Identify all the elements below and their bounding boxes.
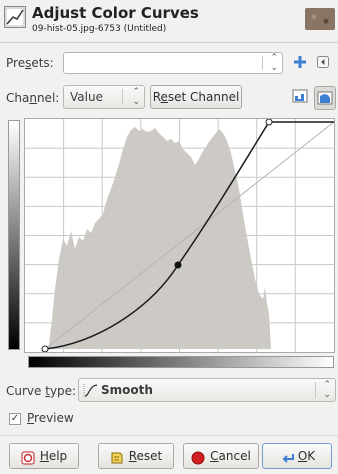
reset-channel-button[interactable]: Reset Channel (150, 85, 242, 109)
image-thumbnail (305, 8, 335, 30)
output-gradient-bar (8, 120, 20, 350)
channel-label: Channel: (6, 91, 60, 105)
dialog-subtitle: 09-hist-05.jpg-6753 (Untitled) (32, 24, 167, 34)
ok-button[interactable]: OK (262, 443, 332, 469)
spin-arrows-icon: ⌃ ⌄ (132, 87, 140, 107)
spin-arrows-icon: ⌃ ⌄ (323, 380, 331, 400)
ok-icon (279, 449, 294, 463)
log-histogram-icon[interactable] (314, 86, 336, 110)
preset-menu-icon[interactable] (317, 56, 329, 68)
curve-type-combo[interactable]: Smooth ⌃ ⌄ (78, 378, 336, 402)
channel-value: Value (70, 90, 103, 104)
curves-dialog-icon (4, 6, 26, 28)
control-point-white[interactable] (265, 118, 273, 126)
histogram (47, 127, 271, 349)
help-icon (21, 449, 35, 465)
input-gradient-bar (28, 356, 334, 368)
presets-label: Presets: (6, 56, 54, 70)
spin-arrows-icon: ⌃ ⌄ (270, 53, 278, 73)
preview-label[interactable]: Preview (27, 411, 74, 425)
curve-type-label: Curve type: (6, 384, 77, 398)
curve-graph[interactable] (24, 118, 335, 353)
curve-type-value: Smooth (101, 383, 153, 397)
buttons-separator (0, 435, 338, 436)
curve-canvas[interactable] (25, 118, 335, 353)
preview-checkbox[interactable]: ✓ (9, 413, 21, 425)
header-separator (0, 42, 338, 43)
linear-histogram-icon[interactable] (292, 88, 312, 108)
channel-combo[interactable]: Value ⌃ ⌄ (63, 85, 145, 109)
control-point-black[interactable] (41, 345, 49, 353)
reset-icon (110, 449, 124, 464)
add-preset-icon[interactable] (292, 54, 308, 70)
reset-button[interactable]: Reset (98, 443, 174, 469)
cancel-button[interactable]: Cancel (183, 443, 259, 469)
dialog-title: Adjust Color Curves (32, 4, 199, 22)
smooth-curve-icon (83, 382, 99, 398)
control-point-mid[interactable] (174, 261, 182, 269)
presets-combo[interactable]: ⌃ ⌄ (63, 52, 283, 74)
help-button[interactable]: Help (9, 443, 79, 469)
cancel-icon (191, 449, 205, 465)
